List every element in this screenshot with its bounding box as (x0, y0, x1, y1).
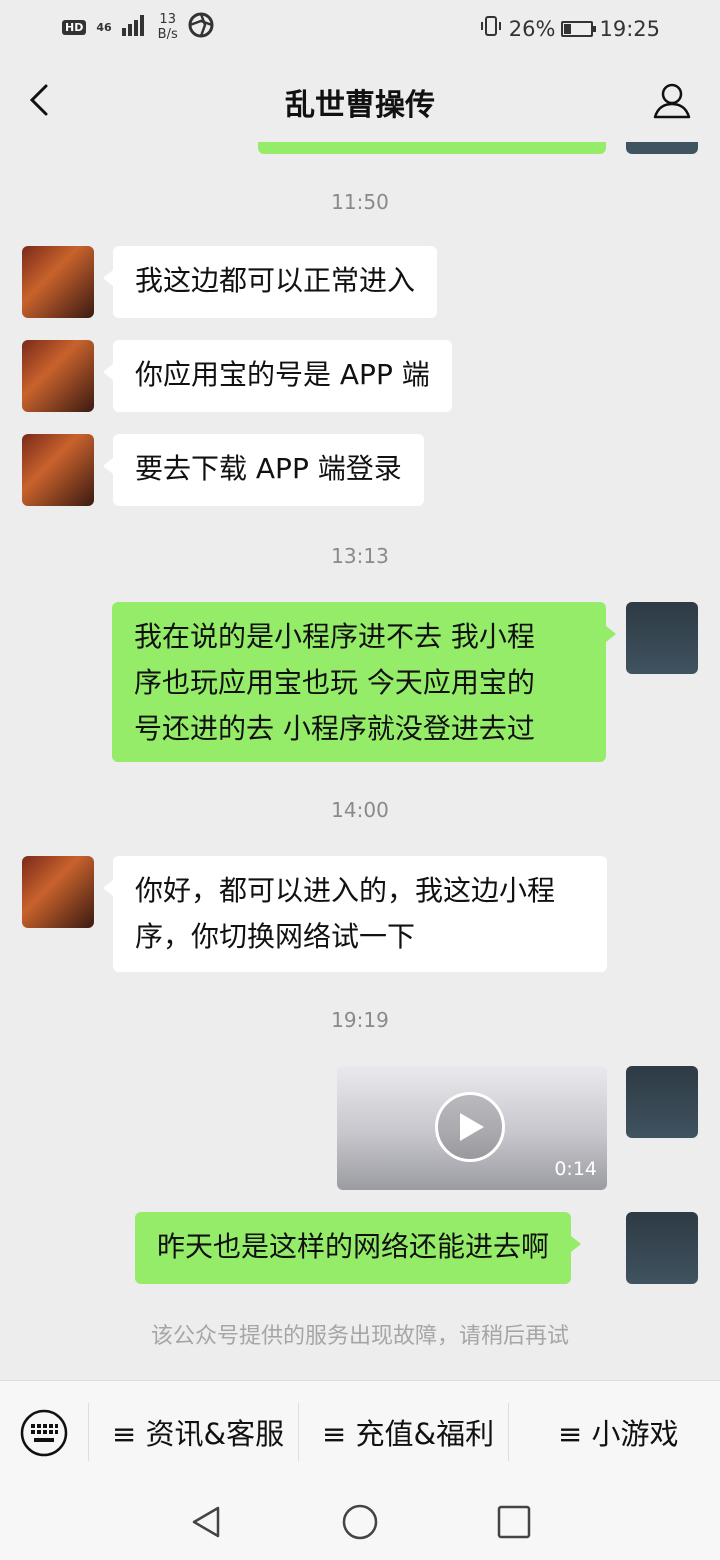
triangle-back-icon[interactable] (186, 1502, 226, 1542)
avatar-official[interactable] (22, 434, 94, 506)
message-bubble-self[interactable]: 昨天也是这样的网络还能进去啊 (135, 1212, 582, 1284)
video-duration: 0:14 (554, 1158, 597, 1180)
menu-item-info-service[interactable]: ≡ 资讯&客服 (112, 1411, 284, 1453)
square-recent-icon[interactable] (494, 1502, 534, 1542)
timestamp: 11:50 (331, 190, 389, 214)
timestamp: 19:19 (331, 1008, 389, 1032)
status-right: 26% 19:25 (479, 14, 660, 43)
message-line: 序，你切换网络试一下 (135, 920, 416, 953)
avatar-official[interactable] (22, 856, 94, 928)
timestamp: 14:00 (331, 798, 389, 822)
aperture-icon (188, 12, 214, 42)
avatar-official[interactable] (22, 340, 94, 412)
video-message[interactable]: 0:14 (337, 1066, 607, 1190)
divider (298, 1403, 299, 1461)
menu-item-mini-games[interactable]: ≡ 小游戏 (558, 1411, 679, 1453)
system-nav-bar (0, 1482, 720, 1560)
speed-value: 13 (159, 12, 176, 27)
battery-fill (564, 23, 572, 34)
message-bubble[interactable]: 要去下载 APP 端登录 (103, 434, 424, 506)
message-line: 你好，都可以进入的，我这边小程 (135, 874, 556, 907)
signal-icon (121, 14, 148, 40)
circle-home-icon[interactable] (340, 1502, 380, 1542)
chat-header: 乱世曹操传 (0, 58, 720, 142)
battery-percent: 26% (508, 16, 556, 41)
avatar-self-partial[interactable] (626, 142, 698, 154)
message-line: 号还进的去 小程序就没登进去过 (134, 712, 535, 745)
message-bubble-partial[interactable] (258, 142, 606, 154)
speed-unit: B/s (157, 27, 178, 42)
person-icon[interactable] (652, 80, 692, 120)
avatar-self[interactable] (626, 602, 698, 674)
hd-badge: HD (62, 19, 87, 35)
menu-item-recharge[interactable]: ≡ 充值&福利 (322, 1411, 494, 1453)
message-list[interactable]: 11:50 我这边都可以正常进入 你应用宝的号是 APP 端 要去下载 APP … (0, 142, 720, 1380)
message-bubble[interactable]: 你应用宝的号是 APP 端 (103, 340, 452, 412)
page-title: 乱世曹操传 (285, 88, 435, 123)
avatar-official[interactable] (22, 246, 94, 318)
clock: 19:25 (599, 16, 660, 41)
avatar-self[interactable] (626, 1066, 698, 1138)
message-bubble[interactable]: 你好，都可以进入的，我这边小程 序，你切换网络试一下 (103, 856, 607, 972)
message-line: 序也玩应用宝也玩 今天应用宝的 (134, 666, 535, 699)
status-left: HD 46 13 B/s (62, 12, 214, 42)
divider (508, 1403, 509, 1461)
battery-icon (561, 20, 597, 37)
divider (88, 1403, 89, 1461)
avatar-self[interactable] (626, 1212, 698, 1284)
network-type: 46 (96, 20, 112, 34)
message-bubble-self[interactable]: 我在说的是小程序进不去 我小程 序也玩应用宝也玩 今天应用宝的 号还进的去 小程… (112, 602, 616, 762)
play-icon[interactable] (435, 1092, 505, 1162)
message-bubble[interactable]: 我这边都可以正常进入 (102, 246, 438, 318)
vibrate-icon (479, 14, 503, 43)
message-line: 我在说的是小程序进不去 我小程 (134, 620, 535, 653)
status-bar: HD 46 13 B/s 26% 19:25 (0, 0, 720, 58)
system-notice: 该公众号提供的服务出现故障，请稍后再试 (150, 1324, 569, 1349)
network-speed: 13 B/s (158, 12, 178, 42)
official-account-menu: ≡ 资讯&客服 ≡ 充值&福利 ≡ 小游戏 (0, 1380, 720, 1483)
keyboard-icon[interactable] (20, 1409, 68, 1457)
timestamp: 13:13 (331, 544, 389, 568)
